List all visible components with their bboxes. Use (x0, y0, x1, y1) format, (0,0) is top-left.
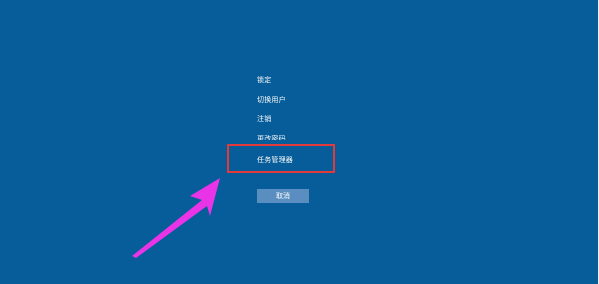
cancel-button[interactable]: 取消 (257, 189, 309, 203)
pointer-arrow-icon (132, 178, 220, 258)
menu-item-switch-user[interactable]: 切换用户 (257, 96, 293, 105)
menu-item-sign-out[interactable]: 注销 (257, 115, 293, 124)
task-manager-highlight (227, 144, 335, 173)
menu-item-change-password[interactable]: 更改密码 (257, 135, 293, 140)
menu-item-lock[interactable]: 锁定 (257, 76, 293, 85)
security-options-screen: 锁定 切换用户 注销 更改密码 任务管理器 取消 (0, 0, 599, 284)
